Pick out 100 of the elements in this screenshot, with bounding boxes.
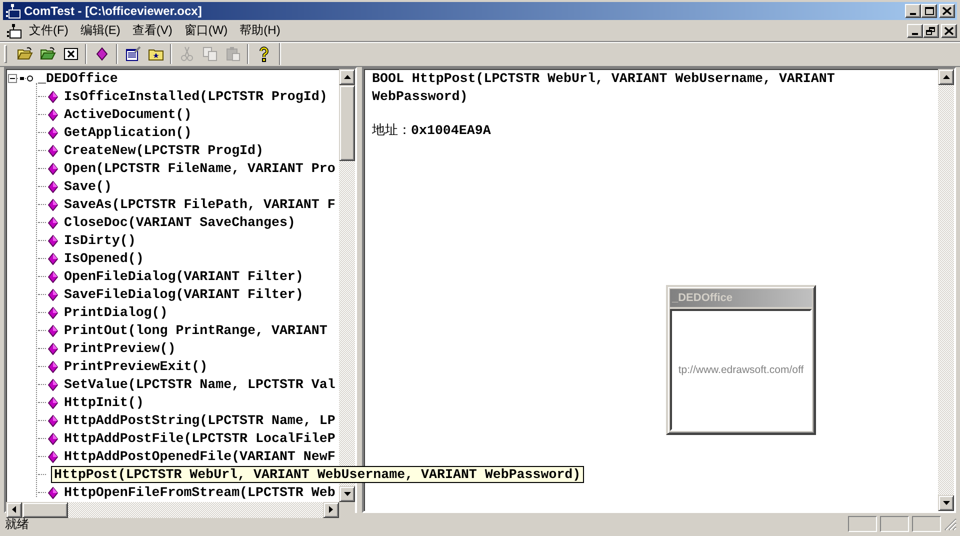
folder-icon	[16, 46, 32, 62]
arrow-left-icon	[12, 506, 16, 513]
diamond-icon	[48, 414, 58, 426]
menu-item[interactable]: 帮助(H)	[234, 20, 286, 41]
resize-grip-icon[interactable]	[944, 518, 957, 531]
close-icon	[942, 7, 952, 15]
menu-item[interactable]: 查看(V)	[126, 20, 178, 41]
diamond-icon	[48, 342, 58, 354]
status-text: 就绪	[5, 516, 29, 531]
restore-button[interactable]	[923, 24, 939, 38]
url-text: tp://www.edrawsoft.com/off	[678, 364, 804, 376]
scroll-up-button[interactable]	[339, 68, 355, 84]
tooltip: HttpPost(LPCTSTR WebUrl, VARIANT WebUsername, VARIANT WebPassword)	[51, 466, 584, 483]
diamond-icon	[48, 360, 58, 372]
tree-item[interactable]: HttpAddPostString(LPCTSTR Name, LP	[61, 412, 338, 429]
minimize-button[interactable]	[907, 24, 923, 38]
tree-item[interactable]: PrintOut(long PrintRange, VARIANT	[61, 322, 330, 339]
menu-item[interactable]: 窗口(W)	[178, 20, 234, 41]
collapse-icon[interactable]	[8, 74, 17, 83]
tree-item[interactable]: IsOpened()	[61, 250, 147, 267]
scroll-left-button[interactable]	[6, 502, 22, 518]
restore-icon	[926, 26, 936, 34]
diamond-icon	[48, 270, 58, 282]
address-value: 0x1004EA9A	[411, 122, 491, 138]
tree-item[interactable]: IsDirty()	[61, 232, 139, 249]
tree-item[interactable]: HttpAddPostOpenedFile(VARIANT NewF	[61, 448, 338, 465]
tree-item[interactable]: HttpAddPostFile(LPCTSTR LocalFileP	[61, 430, 338, 447]
maximize-button[interactable]	[921, 4, 937, 18]
arrow-up-icon	[942, 74, 950, 78]
close-button[interactable]	[941, 24, 957, 38]
close-icon	[944, 26, 954, 34]
arrow-up-icon	[344, 74, 350, 78]
diamond-icon	[48, 324, 58, 336]
scroll-down-button[interactable]	[339, 486, 355, 502]
tree-item[interactable]: OpenFileDialog(VARIANT Filter)	[61, 268, 306, 285]
scissors-icon	[178, 46, 194, 62]
tree-item[interactable]: SetValue(LPCTSTR Name, LPCTSTR Val	[61, 376, 338, 393]
diamond-icon	[48, 252, 58, 264]
arrow-down-icon	[942, 500, 950, 504]
diamond-icon	[48, 90, 58, 102]
minimize-icon	[910, 13, 916, 15]
vertical-scrollbar[interactable]	[938, 68, 954, 510]
tree-item[interactable]: SaveFileDialog(VARIANT Filter)	[61, 286, 306, 303]
interface-icon	[17, 74, 35, 83]
close-button[interactable]	[939, 4, 955, 18]
diamond-icon	[48, 108, 58, 120]
app-icon	[6, 3, 21, 19]
tree-item[interactable]: _DEDOffice	[35, 70, 121, 87]
tree-item[interactable]: ActiveDocument()	[61, 106, 195, 123]
scroll-right-button[interactable]	[323, 502, 339, 518]
diamond-icon	[48, 396, 58, 408]
menu-item[interactable]: 文件(F)	[23, 20, 74, 41]
status-panel	[848, 516, 877, 532]
tree-item[interactable]: HttpOpenFileFromStream(LPCTSTR Web	[61, 484, 338, 501]
clipboard-icon	[224, 46, 240, 62]
tree-item[interactable]: Save()	[61, 178, 115, 195]
tree-item[interactable]: CloseDoc(VARIANT SaveChanges)	[61, 214, 298, 231]
control-window-title: _DEDOffice	[670, 288, 812, 306]
window-title: ComTest - [C:\officeviewer.ocx]	[24, 4, 203, 18]
arrow-down-icon	[344, 492, 350, 496]
diamond-icon	[94, 46, 110, 62]
diamond-icon	[48, 162, 58, 174]
document-icon	[7, 22, 23, 38]
diamond-icon	[48, 234, 58, 246]
status-panel	[880, 516, 909, 532]
tree-item[interactable]: HttpInit()	[61, 394, 147, 411]
properties-icon	[124, 46, 140, 62]
diamond-icon	[48, 180, 58, 192]
minimize-button[interactable]	[905, 4, 921, 18]
scroll-up-button[interactable]	[938, 68, 954, 84]
diamond-icon	[48, 144, 58, 156]
tree-item[interactable]: SaveAs(LPCTSTR FilePath, VARIANT F	[61, 196, 338, 213]
scroll-thumb[interactable]	[339, 84, 355, 160]
diamond-icon	[48, 306, 58, 318]
menu-item[interactable]: 编辑(E)	[74, 20, 126, 41]
diamond-icon	[48, 378, 58, 390]
maximize-icon	[924, 7, 934, 15]
copy-icon	[202, 46, 218, 62]
diamond-icon	[48, 288, 58, 300]
tree-item[interactable]: PrintPreviewExit()	[61, 358, 211, 375]
address-label: 地址：	[372, 122, 411, 138]
diamond-icon	[48, 486, 58, 498]
tree-item[interactable]: CreateNew(LPCTSTR ProgId)	[61, 142, 266, 159]
diamond-icon	[48, 126, 58, 138]
close-icon	[62, 46, 78, 62]
status-panel	[912, 516, 941, 532]
minimize-icon	[912, 32, 918, 34]
scroll-thumb[interactable]	[22, 502, 68, 518]
folder-icon	[40, 46, 56, 62]
arrow-right-icon	[329, 506, 333, 513]
scroll-down-button[interactable]	[938, 494, 954, 510]
tree-item[interactable]: Open(LPCTSTR FileName, VARIANT Pro	[61, 160, 338, 177]
horizontal-scrollbar[interactable]	[6, 502, 339, 518]
tree-item[interactable]: PrintPreview()	[61, 340, 179, 357]
tree-item[interactable]: IsOfficeInstalled(LPCTSTR ProgId)	[61, 88, 330, 105]
diamond-icon	[48, 450, 58, 462]
method-signature: BOOL HttpPost(LPCTSTR WebUrl, VARIANT WebUsername, VARIANT WebPassword)	[372, 70, 836, 106]
tree-item[interactable]: PrintDialog()	[61, 304, 171, 321]
tree-item[interactable]: GetApplication()	[61, 124, 195, 141]
diamond-icon	[48, 198, 58, 210]
